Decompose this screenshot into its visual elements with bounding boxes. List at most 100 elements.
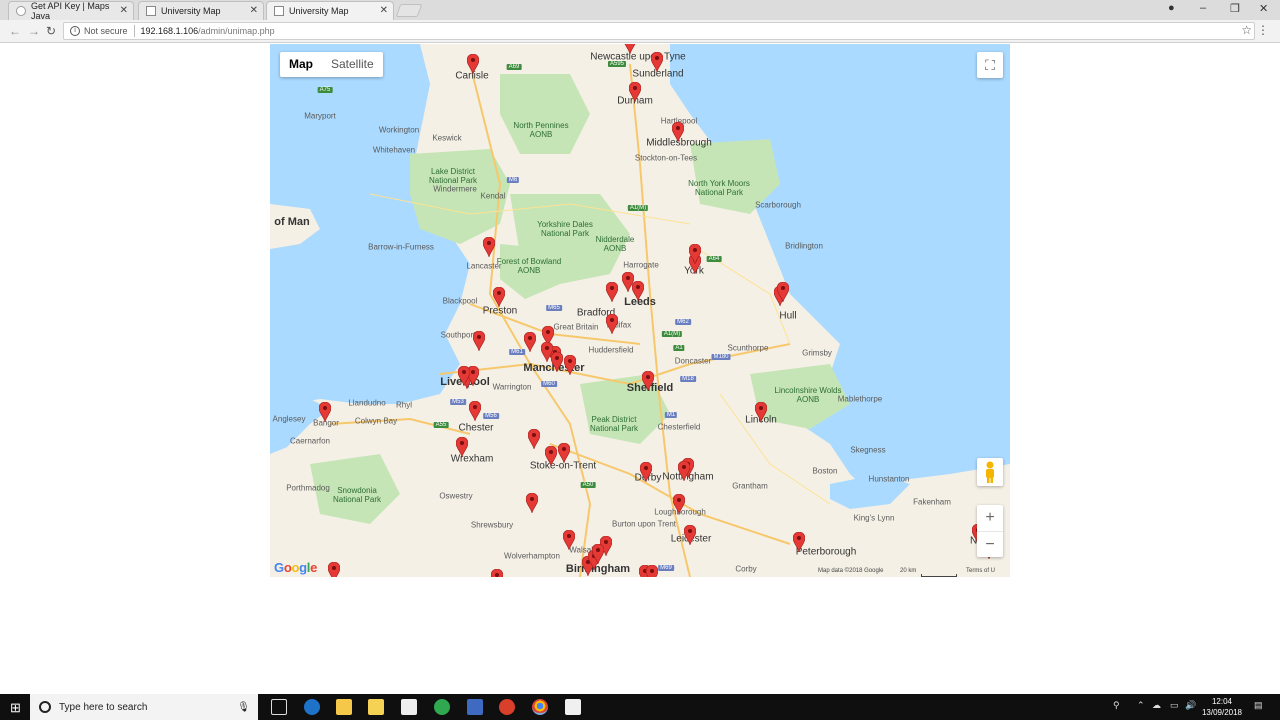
map-label: Fakenham	[913, 497, 951, 507]
university-marker-icon[interactable]	[493, 287, 505, 307]
url-text: 192.168.1.106/admin/unimap.php	[141, 26, 275, 36]
university-marker-icon[interactable]	[592, 544, 604, 564]
map-attribution: Map data ©2018 Google	[818, 568, 884, 574]
chrome-icon[interactable]	[532, 699, 548, 715]
zoom-out-button[interactable]: −	[977, 531, 1003, 557]
forward-icon[interactable]: →	[28, 24, 40, 38]
university-marker-icon[interactable]	[541, 342, 553, 362]
university-marker-icon[interactable]	[456, 437, 468, 457]
map-label: Barrow-in-Furness	[368, 242, 434, 252]
university-marker-icon[interactable]	[651, 52, 663, 72]
road-shield: M65	[546, 305, 562, 311]
close-tab-icon[interactable]: ✕	[250, 5, 258, 16]
file-explorer-icon[interactable]	[336, 699, 352, 715]
tab-university-map-2[interactable]: University Map ✕	[266, 1, 394, 20]
map-label: Newcastle upon Tyne	[590, 51, 686, 63]
map-label: Snowdonia National Park	[332, 486, 382, 504]
menu-icon[interactable]: ⋮	[1257, 23, 1269, 37]
store-icon[interactable]	[368, 699, 384, 715]
university-marker-icon[interactable]	[678, 461, 690, 481]
university-marker-icon[interactable]	[606, 282, 618, 302]
university-marker-icon[interactable]	[632, 281, 644, 301]
university-map[interactable]: Newcastle upon TyneSunderlandCarlisleDur…	[270, 44, 1010, 577]
map-type-satellite-button[interactable]: Satellite	[322, 52, 383, 77]
volume-icon[interactable]: 🔊	[1185, 700, 1196, 711]
back-icon[interactable]: ←	[9, 24, 21, 38]
university-marker-icon[interactable]	[755, 402, 767, 422]
onedrive-icon[interactable]: ☁	[1152, 700, 1161, 711]
map-label: Boston	[812, 466, 838, 476]
show-hidden-icons-icon[interactable]: ⌃	[1137, 700, 1145, 711]
university-marker-icon[interactable]	[319, 402, 331, 422]
street-view-pegman-icon[interactable]	[977, 458, 1003, 486]
address-bar[interactable]: i Not secure 192.168.1.106/admin/unimap.…	[63, 22, 1255, 40]
tab-api-key[interactable]: Get API Key | Maps Java ✕	[8, 1, 134, 21]
zoom-in-button[interactable]: +	[977, 505, 1003, 531]
university-marker-icon[interactable]	[793, 532, 805, 552]
navigation-bar: ← → ↻ i Not secure 192.168.1.106/admin/u…	[0, 20, 1280, 43]
university-marker-icon[interactable]	[673, 494, 685, 514]
reload-icon[interactable]: ↻	[46, 24, 56, 38]
close-window-icon[interactable]: ✕	[1259, 2, 1268, 15]
network-icon[interactable]: ▭	[1170, 700, 1179, 711]
minimize-icon[interactable]: –	[1200, 2, 1206, 14]
system-clock[interactable]: 12:04 13/09/2018	[1202, 696, 1242, 718]
close-tab-icon[interactable]: ✕	[380, 5, 388, 16]
university-marker-icon[interactable]	[467, 54, 479, 74]
university-marker-icon[interactable]	[672, 122, 684, 142]
document-app-icon[interactable]	[467, 699, 483, 715]
university-marker-icon[interactable]	[545, 446, 557, 466]
scale-bar	[921, 574, 957, 577]
red-app-icon[interactable]	[499, 699, 515, 715]
university-marker-icon[interactable]	[777, 282, 789, 302]
sourcetree-icon[interactable]	[434, 699, 450, 715]
university-marker-icon[interactable]	[526, 493, 538, 513]
road-shield: M60	[541, 381, 557, 387]
microphone-icon[interactable]: 🎙	[237, 702, 250, 713]
university-marker-icon[interactable]	[564, 355, 576, 375]
restore-icon[interactable]: ❐	[1230, 2, 1240, 15]
university-marker-icon[interactable]	[689, 244, 701, 264]
university-marker-icon[interactable]	[606, 314, 618, 334]
bookmark-star-icon[interactable]: ☆	[1241, 23, 1252, 37]
road-shield: M180	[711, 354, 731, 360]
close-tab-icon[interactable]: ✕	[120, 5, 128, 16]
map-label: North York Moors National Park	[688, 179, 750, 197]
university-marker-icon[interactable]	[684, 525, 696, 545]
windows-start-icon[interactable]: ⊞	[10, 700, 21, 716]
university-marker-icon[interactable]	[491, 569, 503, 577]
university-marker-icon[interactable]	[646, 565, 658, 577]
map-type-map-button[interactable]: Map	[280, 52, 322, 77]
university-marker-icon[interactable]	[469, 401, 481, 421]
university-marker-icon[interactable]	[642, 371, 654, 391]
task-view-icon[interactable]	[271, 699, 287, 715]
university-marker-icon[interactable]	[458, 366, 470, 386]
university-marker-icon[interactable]	[558, 443, 570, 463]
university-marker-icon[interactable]	[629, 82, 641, 102]
editor-app-icon[interactable]	[565, 699, 581, 715]
notifications-icon[interactable]: ▤	[1254, 700, 1263, 711]
tab-university-map-1[interactable]: University Map ✕	[138, 1, 264, 20]
university-marker-icon[interactable]	[483, 237, 495, 257]
university-marker-icon[interactable]	[563, 530, 575, 550]
university-marker-icon[interactable]	[640, 462, 652, 482]
road-shield: A1(M)	[661, 331, 683, 337]
university-marker-icon[interactable]	[528, 429, 540, 449]
university-marker-icon[interactable]	[473, 331, 485, 351]
mail-icon[interactable]	[401, 699, 417, 715]
profile-icon[interactable]: ●	[1168, 2, 1175, 14]
new-tab-button[interactable]	[395, 4, 423, 17]
edge-icon[interactable]	[304, 699, 320, 715]
road-shield: A55	[433, 422, 449, 428]
info-icon[interactable]: i	[70, 26, 80, 36]
google-logo: Google	[274, 560, 318, 575]
university-marker-icon[interactable]	[328, 562, 340, 577]
university-marker-icon[interactable]	[624, 44, 636, 54]
taskbar-search-input[interactable]: Type here to search 🎙	[30, 694, 258, 720]
page-favicon-icon	[274, 6, 284, 16]
people-icon[interactable]: ⚲	[1113, 700, 1120, 711]
fullscreen-icon[interactable]: ⛶	[977, 52, 1003, 78]
university-marker-icon[interactable]	[524, 332, 536, 352]
terms-link[interactable]: Terms of U	[966, 568, 995, 574]
map-label: Doncaster	[674, 356, 712, 366]
